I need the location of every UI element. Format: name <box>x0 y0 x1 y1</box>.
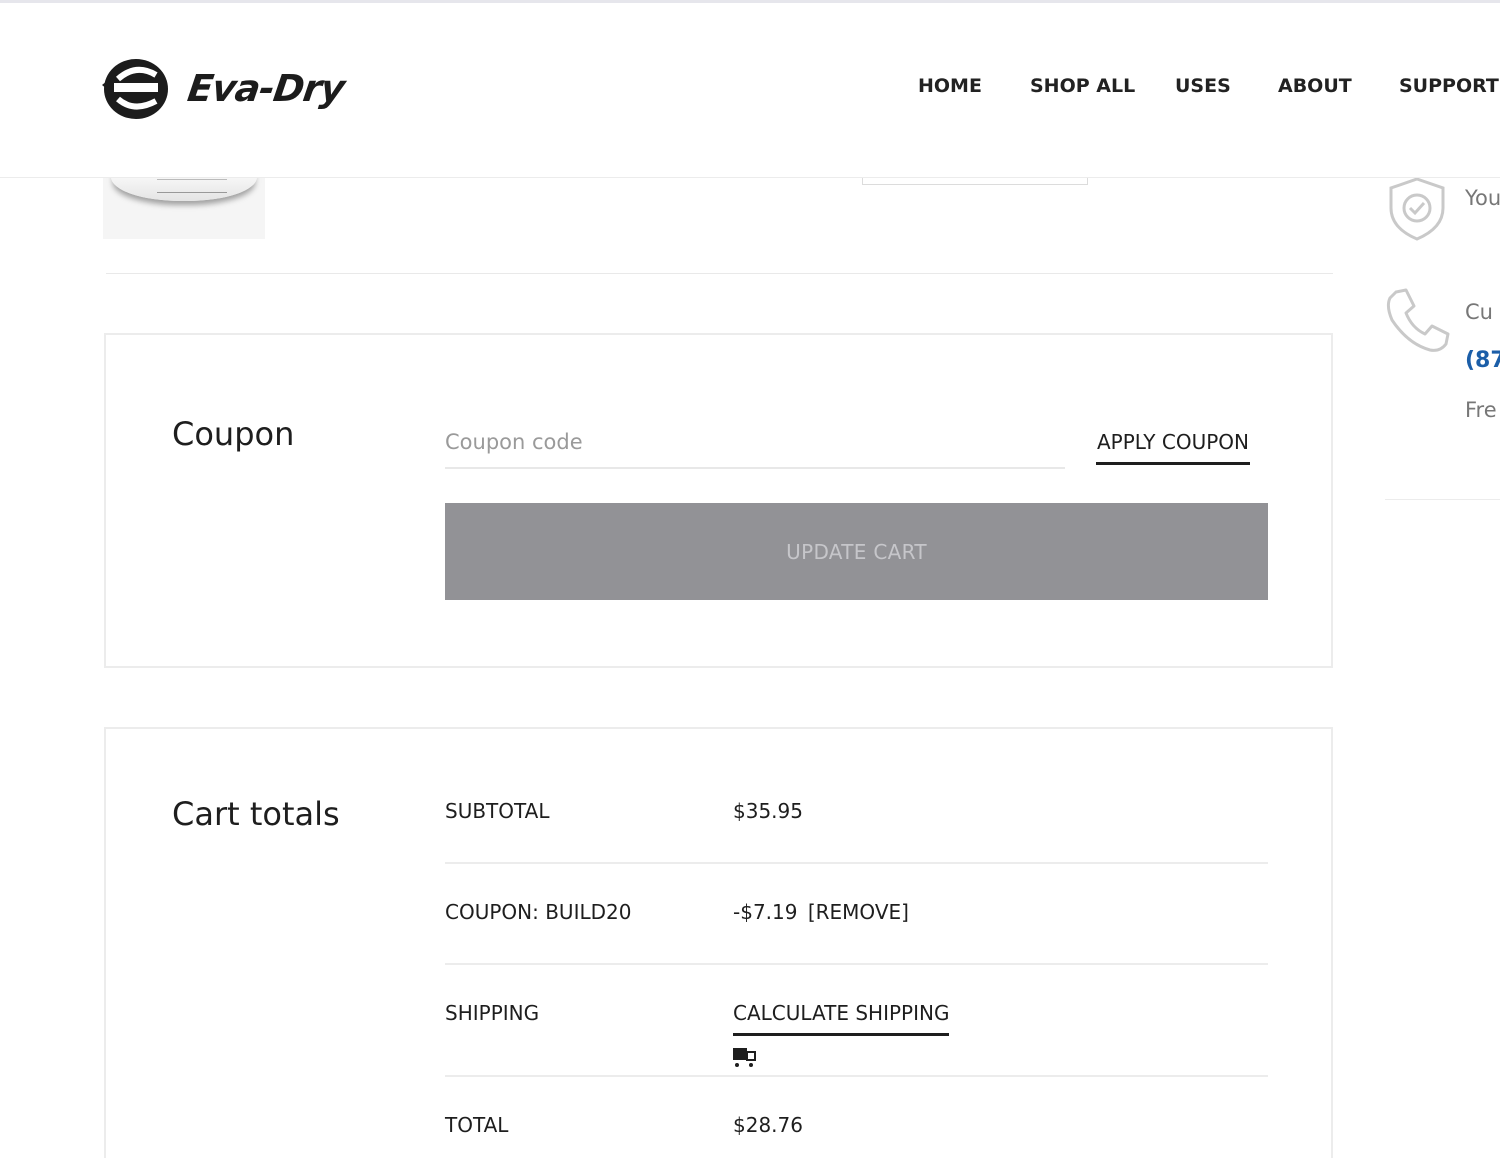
cart-totals-title: Cart totals <box>172 795 340 833</box>
sidebar-phone-link[interactable]: (87 <box>1465 348 1500 373</box>
cart-totals-panel: Cart totals SUBTOTAL $35.95 COUPON: BUIL… <box>104 727 1333 1158</box>
update-cart-button[interactable]: UPDATE CART <box>445 503 1268 600</box>
coupon-panel: Coupon APPLY COUPON UPDATE CART <box>104 333 1333 668</box>
coupon-discount-amount: -$7.19 <box>733 900 798 924</box>
remove-coupon-link[interactable]: [REMOVE] <box>808 900 909 924</box>
sidebar-divider <box>1385 499 1500 500</box>
shipping-label: SHIPPING <box>445 1001 540 1025</box>
apply-coupon-button[interactable]: APPLY COUPON <box>1096 421 1250 465</box>
nav-about[interactable]: ABOUT <box>1278 75 1352 97</box>
truck-icon <box>733 1048 756 1067</box>
cart-divider <box>106 273 1333 274</box>
subtotal-label: SUBTOTAL <box>445 799 550 823</box>
quantity-input[interactable] <box>862 177 1088 185</box>
phone-icon <box>1386 288 1450 352</box>
total-value: $28.76 <box>733 1113 803 1137</box>
total-label: TOTAL <box>445 1113 509 1137</box>
sidebar-guarantee-text: You <box>1465 186 1500 210</box>
nav-support[interactable]: SUPPORT <box>1399 75 1499 97</box>
subtotal-row: SUBTOTAL $35.95 <box>445 773 1268 864</box>
dehumidifier-image <box>111 177 257 201</box>
shield-check-icon <box>1389 177 1445 241</box>
nav-home[interactable]: HOME <box>918 75 982 97</box>
shipping-row: SHIPPING CALCULATE SHIPPING <box>445 965 1268 1077</box>
coupon-title: Coupon <box>172 415 295 453</box>
site-header: Eva-Dry HOME SHOP ALL USES ABOUT SUPPORT <box>0 3 1500 178</box>
sidebar-free-text: Fre <box>1465 398 1497 422</box>
calculate-shipping-link[interactable]: CALCULATE SHIPPING <box>733 1001 950 1036</box>
total-row: TOTAL $28.76 <box>445 1077 1268 1158</box>
cart-page: Eva-Dry HOME SHOP ALL USES ABOUT SUPPORT… <box>0 0 1500 1158</box>
product-image[interactable] <box>103 177 265 239</box>
coupon-discount-value: -$7.19 [REMOVE] <box>733 900 909 924</box>
coupon-label: COUPON: BUILD20 <box>445 900 632 924</box>
nav-shop-all[interactable]: SHOP ALL <box>1030 75 1135 97</box>
nav-uses[interactable]: USES <box>1175 75 1231 97</box>
subtotal-value: $35.95 <box>733 799 803 823</box>
sidebar-customer-text: Cu <box>1465 300 1493 324</box>
coupon-code-input[interactable] <box>445 417 1065 469</box>
coupon-row: COUPON: BUILD20 -$7.19 [REMOVE] <box>445 864 1268 965</box>
main-nav: HOME SHOP ALL USES ABOUT SUPPORT <box>0 75 1500 105</box>
